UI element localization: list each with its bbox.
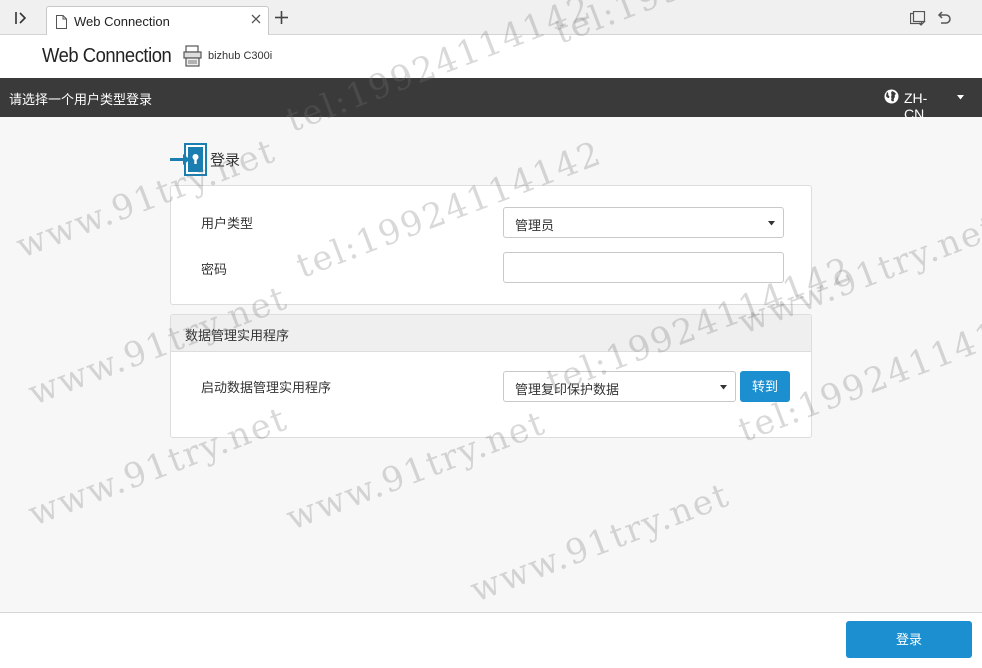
utility-card: 数据管理实用程序 启动数据管理实用程序 管理复印保护数据 转到 [170, 314, 812, 438]
language-label: ZH-CN [904, 90, 928, 122]
brand-logo: Web Connection [42, 45, 172, 67]
tab-title: Web Connection [74, 14, 170, 29]
footer-bar: 登录 [0, 612, 982, 668]
device-model: bizhub C300i [208, 50, 273, 62]
goto-button[interactable]: 转到 [740, 371, 790, 402]
page-header: 请选择一个用户类型登录 ZH-CN [0, 78, 982, 122]
new-tab-icon[interactable] [275, 11, 288, 24]
close-icon[interactable] [250, 13, 262, 25]
utility-select-value: 管理复印保护数据 [515, 382, 620, 397]
utility-title: 数据管理实用程序 [185, 328, 290, 343]
user-type-label: 用户类型 [201, 216, 254, 231]
brand-bar: Web Connection bizhub C300i [0, 35, 982, 78]
chevron-down-icon [957, 95, 964, 100]
browser-tab-bar: Web Connection [0, 0, 982, 36]
password-field[interactable] [503, 252, 784, 283]
tab-actions-icon[interactable] [910, 11, 926, 26]
utility-card-header: 数据管理实用程序 [171, 315, 811, 352]
chevron-down-icon [768, 221, 775, 226]
password-label: 密码 [201, 262, 228, 277]
login-door-icon [170, 143, 207, 176]
sidebar-toggle-icon[interactable] [12, 9, 30, 27]
chevron-down-icon [720, 385, 727, 390]
globe-icon [884, 89, 899, 104]
launch-utility-label: 启动数据管理实用程序 [201, 380, 332, 395]
document-icon [56, 15, 67, 29]
user-type-select[interactable]: 管理员 [503, 207, 784, 238]
undo-icon[interactable] [936, 11, 951, 26]
login-card: 用户类型 管理员 密码 [170, 185, 812, 305]
login-section-title: 登录 [210, 152, 241, 169]
watermark-text: www.91try.net [464, 474, 736, 611]
utility-select[interactable]: 管理复印保护数据 [503, 371, 736, 402]
browser-tab[interactable]: Web Connection [46, 6, 269, 36]
printer-icon [183, 45, 202, 67]
login-button[interactable]: 登录 [846, 621, 972, 658]
user-type-value: 管理员 [515, 218, 555, 233]
page-title: 请选择一个用户类型登录 [9, 92, 153, 107]
